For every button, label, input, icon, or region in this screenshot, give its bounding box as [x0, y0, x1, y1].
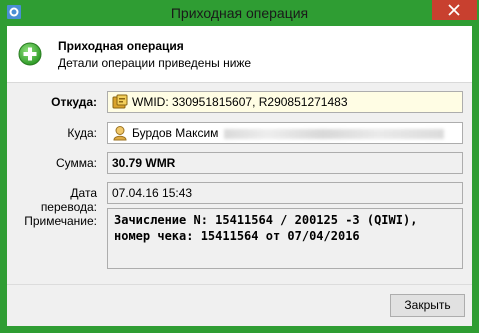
amount-field[interactable]: 30.79 WMR — [107, 152, 463, 174]
header-title: Приходная операция — [58, 39, 184, 53]
dialog-window: Приходная операция Приходная операция Де… — [0, 0, 479, 333]
close-button[interactable]: Закрыть — [390, 294, 465, 317]
redacted-text — [224, 128, 445, 139]
footer-divider — [7, 284, 472, 285]
to-field[interactable]: Бурдов Максим — [107, 122, 463, 144]
window-close-button[interactable] — [432, 0, 477, 20]
dialog-body: Приходная операция Детали операции приве… — [7, 26, 472, 326]
dialog-header: Приходная операция Детали операции приве… — [7, 26, 472, 83]
to-value: Бурдов Максим — [132, 126, 219, 140]
user-icon — [112, 125, 128, 141]
note-label: Примечание: — [24, 214, 97, 228]
date-label: Дата перевода: — [40, 186, 97, 214]
date-value: 07.04.16 15:43 — [112, 186, 193, 200]
amount-label: Сумма: — [55, 156, 97, 170]
note-value: Зачисление N: 15411564 / 200125 -3 (QIWI… — [114, 213, 418, 243]
wallet-icon — [112, 94, 128, 110]
note-field[interactable]: Зачисление N: 15411564 / 200125 -3 (QIWI… — [107, 208, 463, 269]
header-subtitle: Детали операции приведены ниже — [58, 56, 252, 70]
plus-icon — [18, 42, 42, 66]
from-label: Откуда: — [51, 95, 97, 109]
window-title: Приходная операция — [170, 5, 309, 21]
from-field[interactable]: WMID: 330951815607, R290851271483 — [107, 91, 463, 113]
title-bar[interactable]: Приходная операция — [0, 0, 479, 26]
from-value: WMID: 330951815607, R290851271483 — [132, 95, 348, 109]
date-field[interactable]: 07.04.16 15:43 — [107, 182, 463, 204]
close-icon — [448, 4, 460, 16]
amount-value: 30.79 WMR — [112, 156, 176, 170]
to-label: Куда: — [67, 126, 97, 140]
